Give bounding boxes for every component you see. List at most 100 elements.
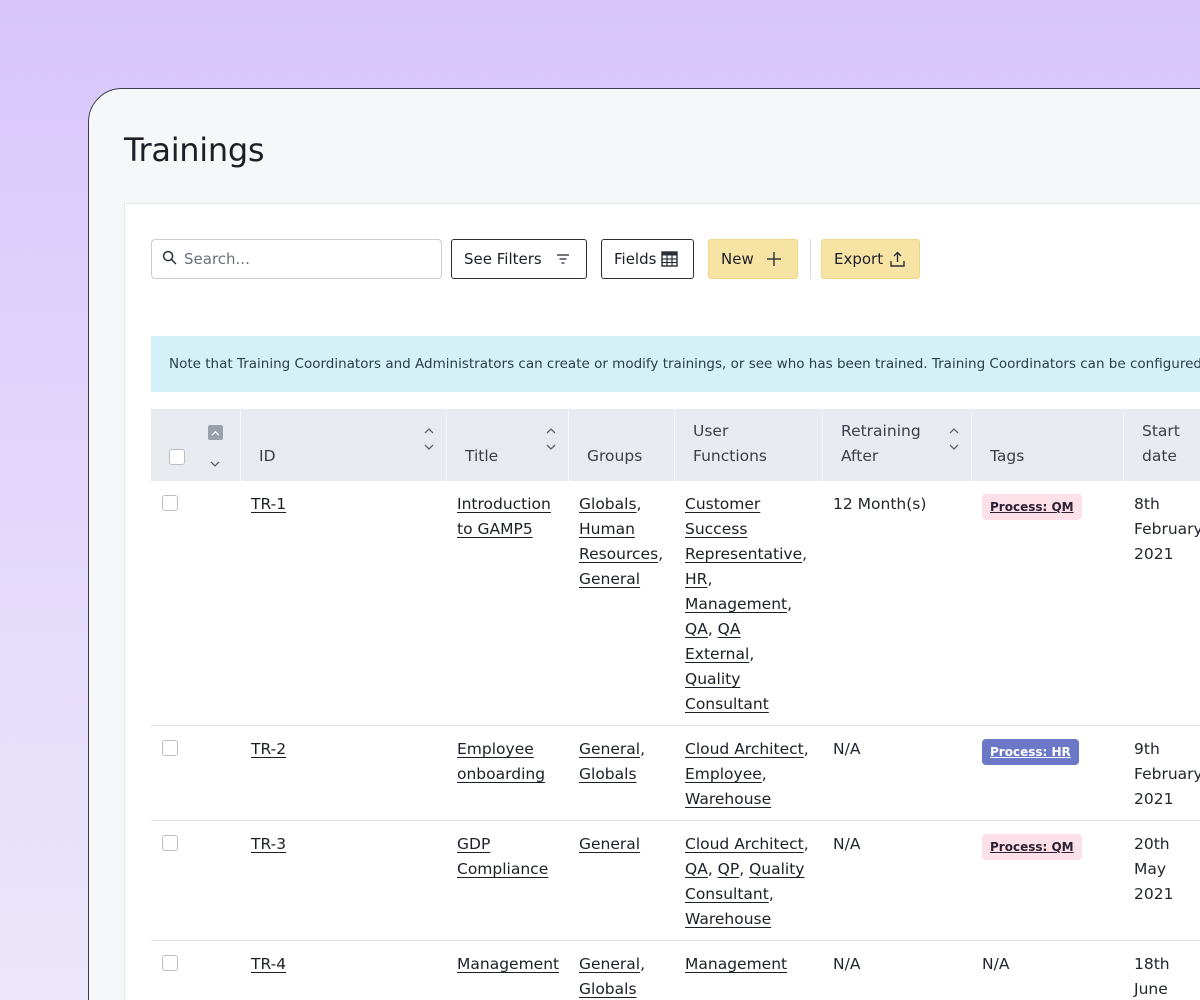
fields-label: Fields [614,250,657,268]
export-label: Export [834,250,884,268]
tags-empty-value: N/A [982,955,1010,973]
user-function-link[interactable]: Quality Consultant [685,670,769,713]
title-cell: Management [446,941,568,1000]
training-title-link[interactable]: Introduction to GAMP5 [457,495,551,538]
retraining-cell: 12 Month(s) [822,481,971,725]
row-select-cell [151,941,240,1000]
tag-badge[interactable]: Process: QM [982,834,1082,860]
groups-cell: General, Globals [579,955,646,998]
start-date-value: 8th February 2021 [1134,495,1200,563]
group-link[interactable]: Globals [579,495,637,513]
toolbar-divider [810,239,811,279]
start-date-value: 20th May 2021 [1134,835,1174,903]
row-select-cell [151,821,240,940]
group-link[interactable]: General [579,570,640,588]
user-function-link[interactable]: QA [685,620,708,638]
start-date-cell: 9th February 2021 [1123,726,1200,820]
table-row: TR-1 Introduction to GAMP5 Globals, Human … [151,481,1200,726]
tags-cell: Process: QM [971,821,1123,940]
new-label: New [721,250,754,268]
user-function-link[interactable]: QP [718,860,740,878]
group-link[interactable]: General [579,835,640,853]
group-link[interactable]: General [579,955,640,973]
table-grid-icon [661,251,679,267]
user-function-link[interactable]: Employee [685,765,762,783]
column-label-title: Title [465,447,499,465]
column-header-tags[interactable]: Tags [971,409,1123,481]
retraining-cell: N/A [822,726,971,820]
retraining-cell: N/A [822,821,971,940]
id-cell: TR-1 [240,481,446,725]
group-link[interactable]: Human Resources [579,520,658,563]
filter-icon [556,253,570,265]
user-function-link[interactable]: Management [685,595,787,613]
user-function-link[interactable]: Warehouse [685,790,771,808]
group-link[interactable]: Globals [579,980,637,998]
groups-cell: Globals, Human Resources, General [579,495,664,588]
page-title: Trainings [124,131,265,169]
start-date-value: 9th February 2021 [1134,740,1200,808]
column-header-start-date[interactable]: Start date [1123,409,1200,481]
training-id-link[interactable]: TR-3 [251,835,286,853]
search-input[interactable] [184,250,424,268]
trainings-table: ID Title Groups User Functions Retrainin… [151,409,1200,1000]
column-header-title[interactable]: Title [446,409,568,481]
column-label-user-functions: User Functions [693,422,768,465]
user-function-link[interactable]: Warehouse [685,910,771,928]
select-all-column [151,409,240,481]
user-functions-cell: Cloud Architect, Employee, Warehouse [685,740,809,808]
chevron-down-icon [424,444,434,450]
group-link[interactable]: Globals [579,765,637,783]
chevron-down-icon [949,444,959,450]
export-icon [889,251,906,268]
user-function-link[interactable]: Cloud Architect [685,740,804,758]
row-checkbox[interactable] [162,740,178,756]
column-label-start-date: Start date [1142,422,1180,465]
user-function-link[interactable]: Customer Success Representative [685,495,802,563]
training-id-link[interactable]: TR-4 [251,955,286,973]
id-cell: TR-3 [240,821,446,940]
search-box[interactable] [151,239,442,279]
training-id-link[interactable]: TR-1 [251,495,286,513]
user-functions-cell: Cloud Architect, QA, QP, Quality Consult… [685,835,809,928]
training-title-link[interactable]: Management [457,955,559,973]
user-function-link[interactable]: HR [685,570,707,588]
export-button[interactable]: Export [821,239,920,279]
column-header-groups[interactable]: Groups [568,409,674,481]
retraining-value: N/A [833,835,861,853]
user-functions-cell: Management [674,941,822,1000]
select-all-checkbox[interactable] [169,449,185,465]
fields-button[interactable]: Fields [601,239,694,279]
chevron-up-icon [424,428,434,434]
tags-cell: Process: QM [971,481,1123,725]
column-label-groups: Groups [587,447,643,465]
chevron-up-icon [949,428,959,434]
start-date-cell: 20th May 2021 [1123,821,1200,940]
chevron-up-icon [546,428,556,434]
user-function-link[interactable]: QA [685,860,708,878]
row-checkbox[interactable] [162,495,178,511]
see-filters-button[interactable]: See Filters [451,239,587,279]
sort-control[interactable] [546,427,556,451]
sort-control[interactable] [424,427,434,451]
table-row: TR-3 GDP Compliance General Cloud Architect… [151,821,1200,941]
training-title-link[interactable]: GDP Compliance [457,835,548,878]
column-header-id[interactable]: ID [240,409,446,481]
tag-badge[interactable]: Process: QM [982,494,1082,520]
sort-control[interactable] [949,427,959,451]
row-select-cell [151,481,240,725]
column-header-user-functions[interactable]: User Functions [674,409,822,481]
row-checkbox[interactable] [162,835,178,851]
column-header-retraining-after[interactable]: Retraining After [822,409,971,481]
group-link[interactable]: General [579,740,640,758]
training-id-link[interactable]: TR-2 [251,740,286,758]
chevron-up-icon[interactable] [208,425,223,440]
chevron-down-icon[interactable] [210,451,220,476]
user-function-link[interactable]: Management [685,955,787,973]
training-title-link[interactable]: Employee onboarding [457,740,545,783]
tag-badge[interactable]: Process: HR [982,739,1079,765]
title-cell: Employee onboarding [446,726,568,820]
user-function-link[interactable]: Cloud Architect [685,835,804,853]
new-button[interactable]: New [708,239,798,279]
row-checkbox[interactable] [162,955,178,971]
